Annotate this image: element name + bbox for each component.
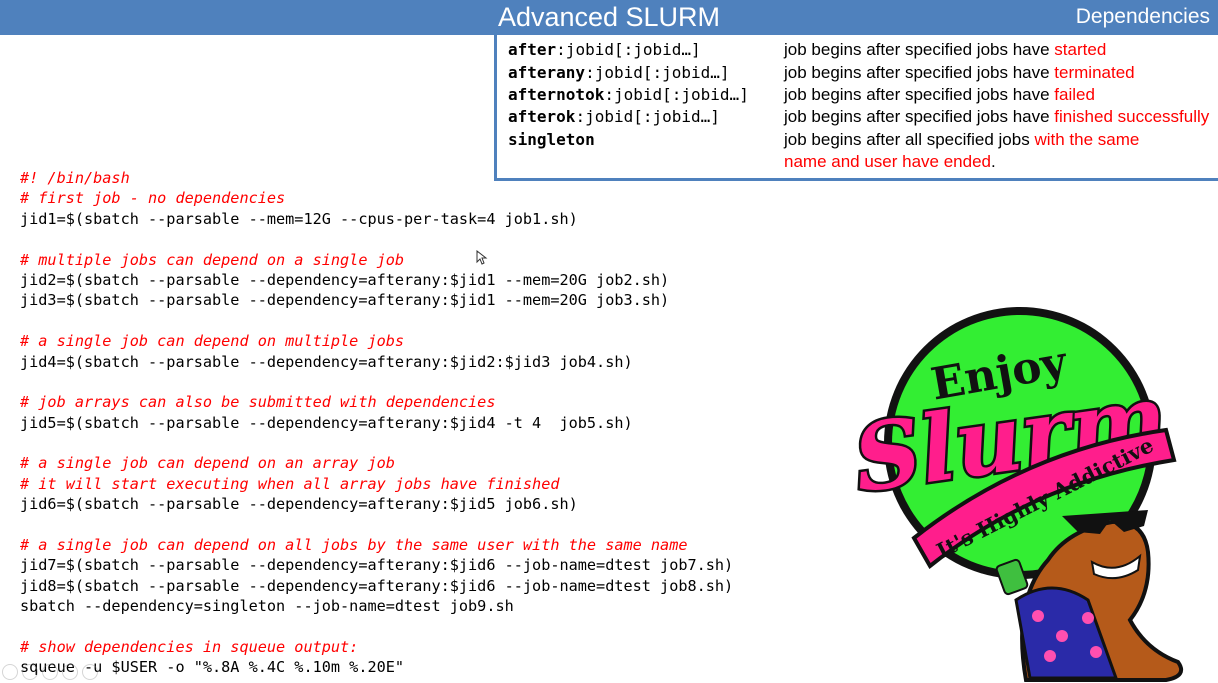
dependency-desc-highlight: finished successfully [1054, 107, 1210, 126]
code-comment-line: # show dependencies in squeue output: [20, 637, 359, 656]
code-line: jid6=$(sbatch --parsable --dependency=af… [20, 495, 578, 514]
dependency-desc-highlight: terminated [1054, 63, 1135, 82]
section-label: Dependencies [1075, 5, 1210, 28]
code-line: jid8=$(sbatch --parsable --dependency=af… [20, 576, 734, 595]
period: . [991, 152, 996, 171]
code-line: jid4=$(sbatch --parsable --dependency=af… [20, 352, 633, 371]
code-comment-line: # a single job can depend on an array jo… [20, 454, 395, 473]
slide-nav-controls[interactable] [2, 664, 98, 680]
dependency-keyword: afternotok [508, 85, 605, 104]
dependency-desc-highlight-2: name and user have ended [784, 152, 991, 171]
dependency-keyword: afterany [508, 63, 586, 82]
slide-title: Advanced SLURM [497, 2, 721, 32]
dependency-keyword: after [508, 40, 557, 59]
code-comment-line: # a single job can depend on multiple jo… [20, 332, 405, 351]
zoom-icon[interactable] [62, 664, 78, 680]
dependency-args: :jobid[:jobid…] [575, 107, 720, 126]
code-line: jid2=$(sbatch --parsable --dependency=af… [20, 270, 670, 289]
code-comment-line: # first job - no dependencies [20, 189, 286, 208]
dependency-desc: job begins after all specified jobs [784, 130, 1035, 149]
code-comment-line: # a single job can depend on all jobs by… [20, 536, 688, 555]
code-line: jid7=$(sbatch --parsable --dependency=af… [20, 556, 734, 575]
enjoy-slurm-logo: Enjoy Slurm It's Highly Addictive [845, 307, 1183, 682]
dependency-desc-highlight: started [1054, 40, 1107, 59]
dependency-row-afterok: afterok:jobid[:jobid…] job begins after … [508, 106, 1218, 128]
dependency-row-afterany: afterany:jobid[:jobid…] job begins after… [508, 62, 1218, 84]
dependency-args: :jobid[:jobid…] [604, 85, 749, 104]
code-comment-line: # multiple jobs can depend on a single j… [20, 250, 405, 269]
code-line: jid1=$(sbatch --parsable --mem=12G --cpu… [20, 209, 578, 228]
mouse-pointer-icon [476, 250, 488, 265]
dependency-desc: job begins after specified jobs have [784, 107, 1055, 126]
bash-script: #! /bin/bash # first job - no dependencie… [20, 168, 733, 678]
dependency-keyword: singleton [508, 130, 595, 149]
code-line: jid3=$(sbatch --parsable --dependency=af… [20, 291, 670, 310]
dependency-desc-highlight: failed [1054, 85, 1095, 104]
dependency-args: :jobid[:jobid…] [585, 63, 730, 82]
code-comment-line: #! /bin/bash [20, 169, 130, 187]
dependency-row-afternotok: afternotok:jobid[:jobid…] job begins aft… [508, 84, 1218, 106]
dependency-keyword: afterok [508, 107, 576, 126]
dependency-desc: job begins after specified jobs have [784, 63, 1055, 82]
dependency-desc: job begins after specified jobs have [784, 85, 1055, 104]
code-line: jid5=$(sbatch --parsable --dependency=af… [20, 413, 633, 432]
pen-icon[interactable] [42, 664, 58, 680]
code-comment-line: # job arrays can also be submitted with … [20, 393, 496, 412]
dependency-desc: job begins after specified jobs have [784, 40, 1055, 59]
next-slide-icon[interactable] [22, 664, 38, 680]
menu-icon[interactable] [82, 664, 98, 680]
dependency-table: after:jobid[:jobid…] job begins after sp… [494, 35, 1218, 181]
dependency-row-after: after:jobid[:jobid…] job begins after sp… [508, 39, 1218, 61]
title-bar: Advanced SLURM Dependencies [0, 0, 1218, 35]
code-comment-line: # it will start executing when all array… [20, 474, 560, 493]
code-line: squeue -u $USER -o "%.8A %.4C %.10m %.20… [20, 658, 405, 677]
dependency-desc-highlight: with the same [1034, 130, 1140, 149]
code-line: sbatch --dependency=singleton --job-name… [20, 597, 514, 616]
prev-slide-icon[interactable] [2, 664, 18, 680]
dependency-args: :jobid[:jobid…] [556, 40, 701, 59]
